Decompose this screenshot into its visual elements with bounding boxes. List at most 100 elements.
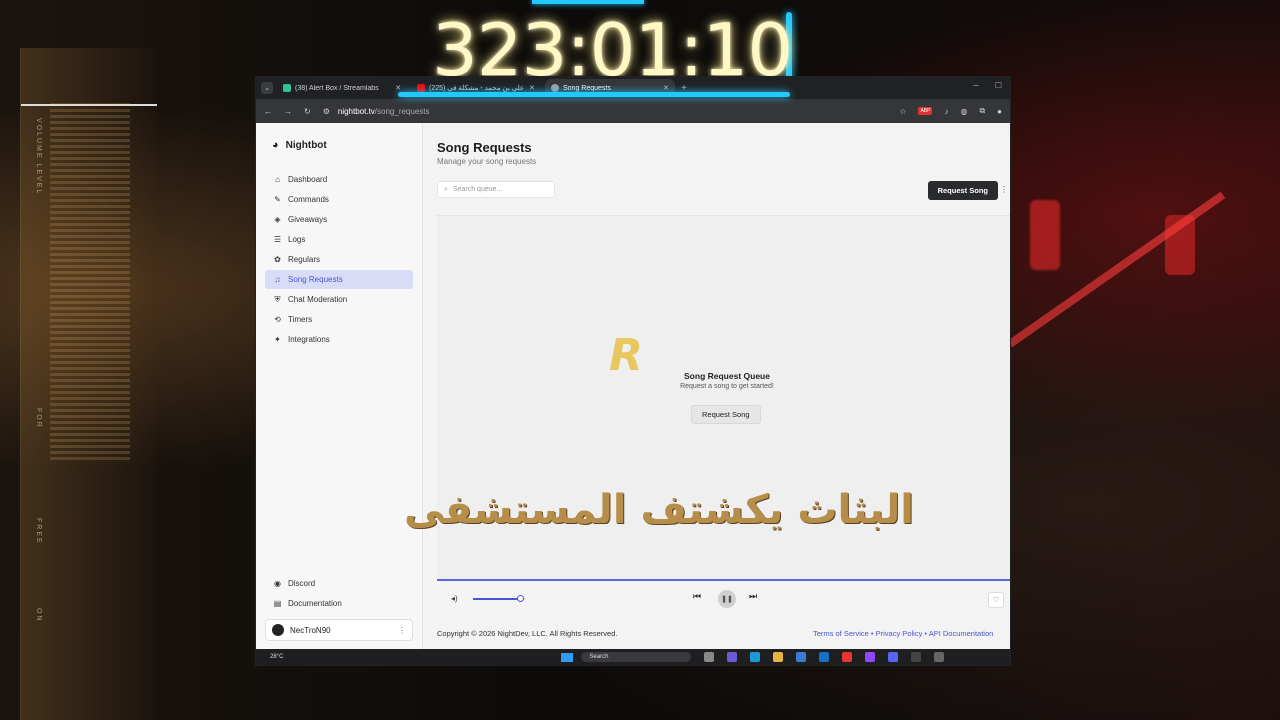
nightbot-app: ◕ Nightbot ⌂ Dashboard ✎ Commands ◈ Giveaways…	[256, 123, 1010, 649]
sidebar-item-timers[interactable]: ⟲ Timers	[265, 310, 413, 329]
neon-border-top	[532, 0, 644, 4]
volume-fill	[473, 598, 520, 600]
brand-name: Nightbot	[285, 139, 327, 151]
red-light	[1030, 200, 1060, 270]
search-icon: ⌕	[444, 185, 448, 193]
sidebar: ◕ Nightbot ⌂ Dashboard ✎ Commands ◈ Giveaways…	[256, 123, 423, 649]
nightbot-logo-icon: ◕	[272, 139, 279, 151]
streamlabs-favicon-icon	[283, 84, 291, 92]
sidebar-item-logs[interactable]: ☰ Logs	[265, 230, 413, 249]
search-input[interactable]: ⌕ Search queue...	[437, 181, 555, 198]
extension-icon[interactable]: ◍	[960, 107, 967, 116]
side-label-for: FOR	[35, 408, 42, 429]
weather-widget[interactable]: 28°C	[270, 654, 283, 660]
minimize-icon[interactable]: ─	[973, 81, 979, 90]
tab-search-icon[interactable]: ⌄	[261, 82, 273, 94]
extensions-icon[interactable]: ⧉	[979, 106, 985, 116]
wand-icon: ✎	[274, 195, 281, 204]
sidebar-item-giveaways[interactable]: ◈ Giveaways	[265, 210, 413, 229]
window-controls: ─ ☐	[973, 81, 1002, 90]
empty-state-title: Song Request Queue	[684, 371, 770, 381]
volume-knob[interactable]	[516, 595, 524, 602]
sidebar-nav: ⌂ Dashboard ✎ Commands ◈ Giveaways ☰ Logs ✿ Regul…	[256, 170, 422, 349]
edge-icon[interactable]	[750, 652, 761, 662]
volume-level-label: VOLUME LEVEL	[35, 118, 42, 196]
request-song-button[interactable]: Request Song	[927, 181, 998, 200]
taskbar-search[interactable]: Search	[581, 652, 692, 662]
neon-border-bottom	[398, 92, 790, 97]
more-icon[interactable]: ⋮	[398, 626, 406, 635]
outlook-icon[interactable]	[819, 652, 830, 662]
footer-links[interactable]: Terms of Service • Privacy Policy • API …	[813, 629, 993, 638]
sidebar-footer: ◉ Discord ▤ Documentation NecTroN90 ⋮	[256, 573, 422, 649]
app-icon-3[interactable]	[911, 652, 922, 662]
shield-icon: ⛨	[274, 294, 281, 304]
sidebar-item-song-requests[interactable]: ♫ Song Requests	[265, 270, 413, 289]
back-icon[interactable]: ←	[264, 107, 272, 116]
page-subtitle: Manage your song requests	[437, 157, 537, 166]
tab-streamlabs[interactable]: (38) Alert Box / Streamlabs ✕	[277, 79, 407, 97]
footer: Copyright © 2026 NightDev, LLC. All Righ…	[437, 629, 1010, 638]
site-info-icon[interactable]: ⚙	[323, 107, 330, 116]
search-placeholder: Search queue...	[452, 186, 503, 193]
sidebar-item-dashboard[interactable]: ⌂ Dashboard	[265, 170, 413, 189]
users-icon: ✿	[274, 255, 281, 264]
stream-caption: البثاث يكشتف المستشفى	[404, 487, 914, 533]
browser-actions: ☆ ABP ♪ ◍ ⧉ ●	[899, 106, 1002, 116]
sidebar-item-regulars[interactable]: ✿ Regulars	[265, 250, 413, 269]
list-icon: ☰	[273, 235, 282, 244]
url-field[interactable]: nightbot.tv/song_requests	[338, 107, 430, 116]
maximize-icon[interactable]: ☐	[995, 81, 1002, 90]
url-host: nightbot.tv	[337, 106, 375, 116]
store-icon[interactable]	[796, 652, 807, 662]
mute-icon[interactable]: ✕	[395, 84, 401, 92]
sidebar-link-discord[interactable]: ◉ Discord	[265, 574, 413, 593]
user-menu[interactable]: NecTroN90 ⋮	[265, 619, 413, 641]
close-icon[interactable]: ✕	[529, 84, 535, 92]
obs-icon[interactable]	[934, 652, 945, 662]
sound-icon[interactable]: ♪	[944, 107, 948, 116]
sidebar-item-integrations[interactable]: ✦ Integrations	[265, 330, 413, 349]
sidebar-link-documentation[interactable]: ▤ Documentation	[265, 594, 413, 613]
windows-start-icon[interactable]	[561, 652, 574, 662]
adblock-extension-icon[interactable]: ABP	[918, 107, 933, 115]
reload-icon[interactable]: ↻	[304, 107, 311, 116]
sidebar-item-label: Commands	[288, 195, 329, 204]
app-icon[interactable]	[727, 652, 738, 662]
tab-label: (225) علي بن محمد - مشكلة في	[429, 85, 525, 92]
empty-state-subtitle: Request a song to get started!	[680, 383, 774, 390]
star-icon[interactable]: ☆	[899, 107, 906, 116]
tab-label: (38) Alert Box / Streamlabs	[295, 84, 379, 92]
task-view-icon[interactable]	[704, 652, 715, 662]
volume-slider[interactable]	[473, 595, 525, 602]
ticket-icon: ◈	[274, 215, 281, 224]
discord-icon: ◉	[274, 579, 281, 588]
previous-icon[interactable]: ⏮	[693, 591, 701, 602]
sidebar-item-label: Dashboard	[288, 175, 328, 184]
more-options-icon[interactable]: ⋮	[1000, 185, 1008, 194]
timer-icon: ⟲	[274, 315, 281, 324]
profile-icon[interactable]: ●	[997, 107, 1002, 116]
close-icon[interactable]: ✕	[663, 84, 669, 92]
sidebar-item-commands[interactable]: ✎ Commands	[265, 190, 413, 209]
puzzle-icon: ✦	[274, 335, 281, 344]
next-icon[interactable]: ⏭	[749, 591, 757, 602]
youtube-favicon-icon	[417, 84, 425, 92]
vu-meter	[50, 100, 130, 460]
nightbot-favicon-icon	[551, 84, 559, 92]
player-bar: ◂) ⏮ ❚❚ ⏭ ♡	[437, 579, 1010, 619]
empty-request-song-button[interactable]: Request Song	[691, 405, 761, 424]
sidebar-item-label: Regulars	[288, 255, 321, 264]
discord-taskbar-icon[interactable]	[888, 652, 899, 662]
pause-button[interactable]: ❚❚	[718, 590, 736, 608]
side-label-free: FREE	[35, 518, 42, 545]
volume-icon[interactable]: ◂)	[451, 594, 458, 603]
forward-icon[interactable]: →	[284, 107, 292, 116]
chrome-icon[interactable]	[842, 652, 853, 662]
app-icon-2[interactable]	[865, 652, 876, 662]
heart-icon[interactable]: ♡	[988, 592, 1004, 608]
channel-logo: R	[609, 330, 643, 381]
brand[interactable]: ◕ Nightbot	[256, 123, 422, 169]
explorer-icon[interactable]	[773, 652, 784, 662]
sidebar-item-chat-moderation[interactable]: ⛨ Chat Moderation	[265, 290, 413, 309]
